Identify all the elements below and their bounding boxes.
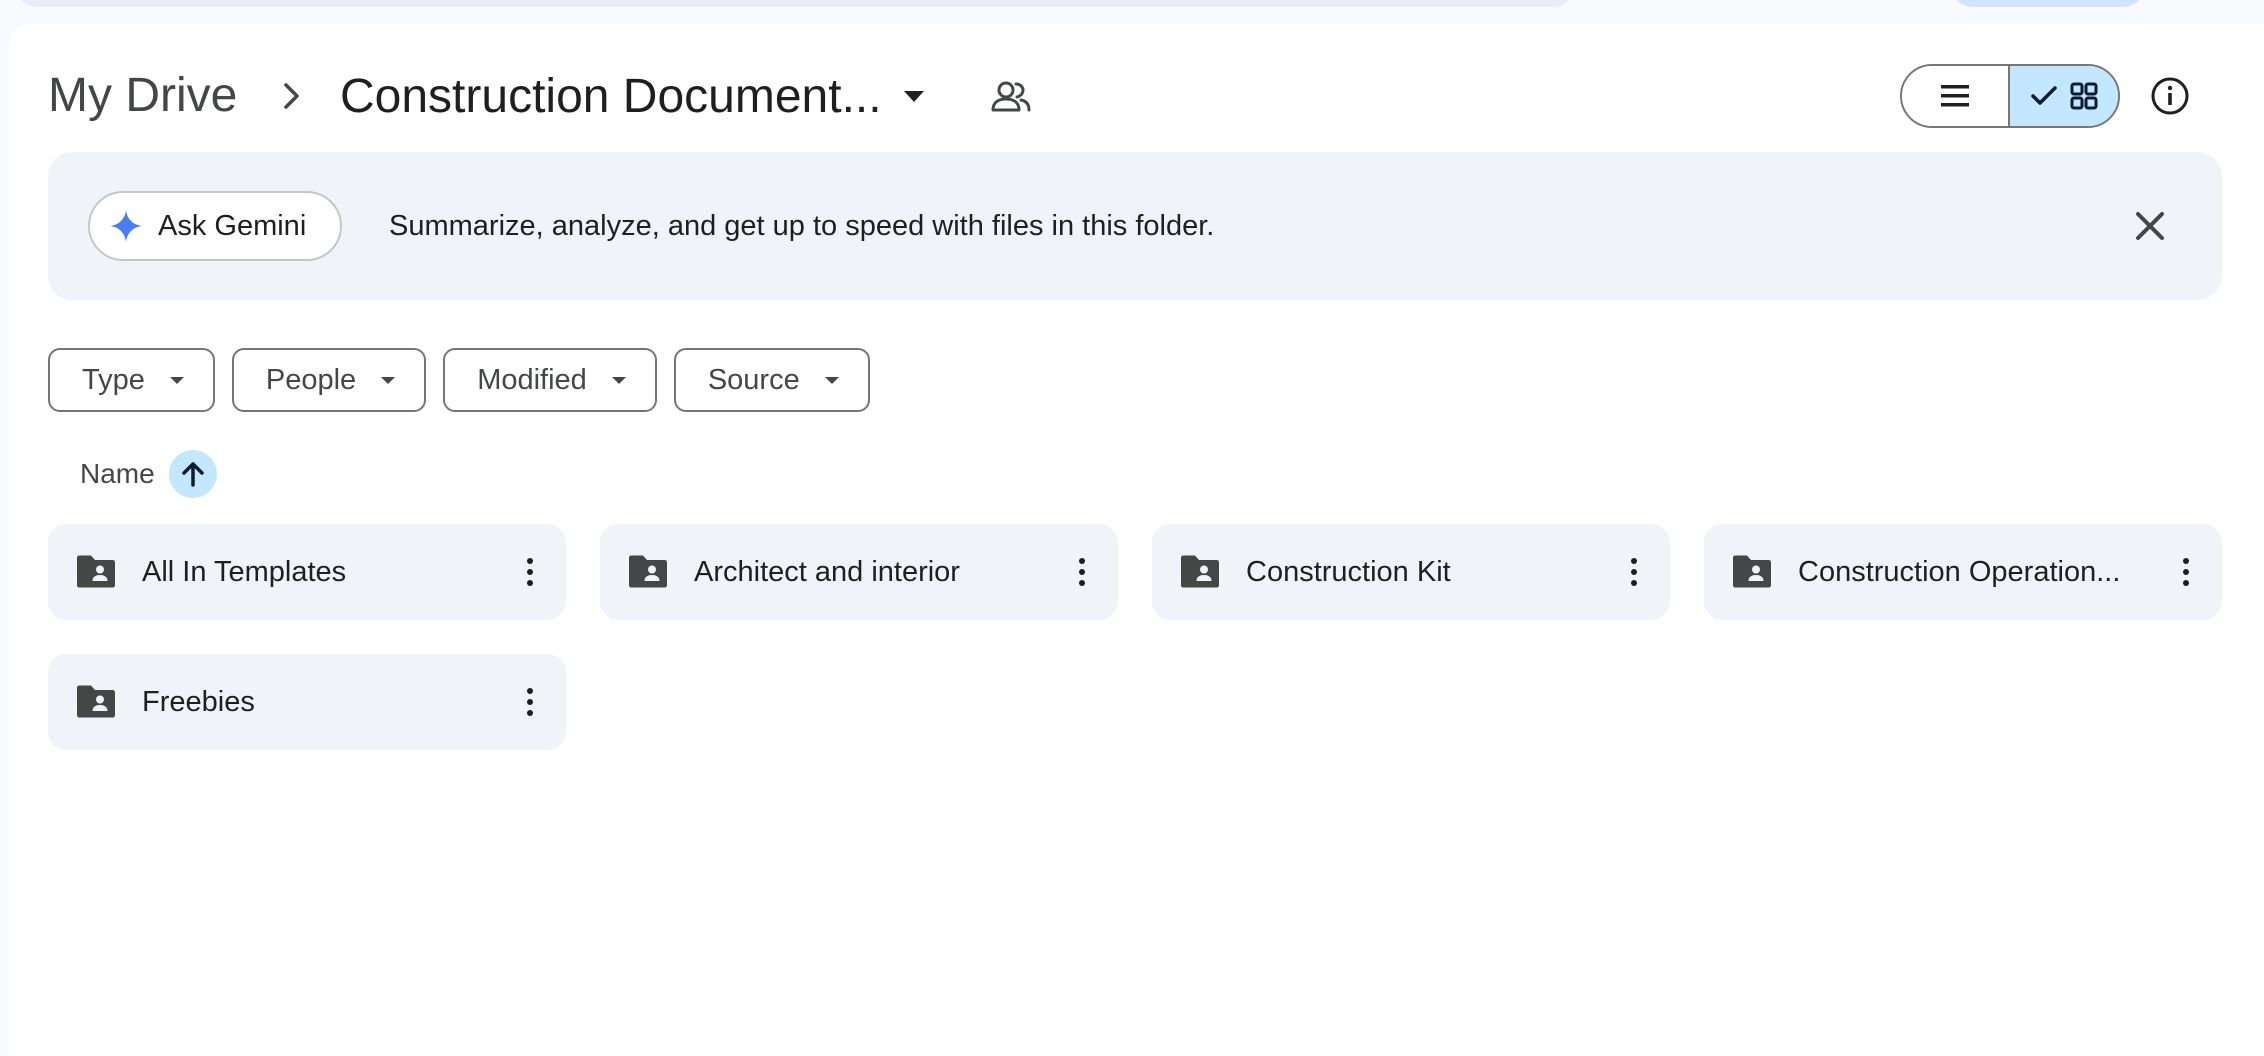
close-icon[interactable]: [2130, 206, 2170, 246]
check-icon: [2031, 86, 2057, 105]
more-options-button[interactable]: [508, 680, 552, 724]
folder-name: Architect and interior: [694, 555, 960, 588]
more-vert-icon: [527, 558, 533, 586]
folder-item[interactable]: Freebies: [48, 654, 566, 750]
filter-bar: Type People Modified Source: [48, 348, 870, 412]
sort-name-label[interactable]: Name: [80, 458, 155, 490]
shared-folder-icon: [1181, 555, 1219, 588]
folder-name: Freebies: [142, 685, 255, 718]
top-search-bar[interactable]: [14, 0, 1576, 7]
filter-modified[interactable]: Modified: [443, 348, 657, 412]
filter-type[interactable]: Type: [48, 348, 215, 412]
banner-message: Summarize, analyze, and get up to speed …: [389, 210, 1215, 242]
chevron-right-icon: [284, 83, 299, 109]
more-vert-icon: [1079, 558, 1085, 586]
filter-modified-label: Modified: [477, 363, 587, 396]
ask-gemini-label: Ask Gemini: [158, 209, 307, 242]
folder-name: Construction Operation...: [1798, 555, 2121, 588]
breadcrumb-my-drive[interactable]: My Drive: [48, 64, 237, 128]
folder-grid: All In Templates Architect and interior …: [48, 524, 2222, 750]
caret-down-icon: [824, 377, 839, 384]
folder-name: Construction Kit: [1246, 555, 1451, 588]
filter-people-label: People: [265, 363, 357, 396]
gemini-banner: Ask Gemini Summarize, analyze, and get u…: [48, 152, 2222, 300]
more-vert-icon: [527, 688, 533, 716]
ask-gemini-button[interactable]: Ask Gemini: [88, 191, 343, 261]
caret-down-icon: [611, 377, 626, 384]
gemini-sparkle-icon: [110, 210, 142, 242]
top-action-button[interactable]: [1950, 0, 2146, 7]
sort-direction-button[interactable]: [168, 450, 217, 498]
caret-down-icon: [903, 91, 924, 102]
grid-view-button[interactable]: [2010, 66, 2118, 126]
more-vert-icon: [1631, 558, 1637, 586]
folder-item[interactable]: Construction Kit: [1152, 524, 1670, 620]
more-options-button[interactable]: [1060, 550, 1104, 594]
folder-item[interactable]: Architect and interior: [600, 524, 1118, 620]
breadcrumb-current-folder[interactable]: Construction Document...: [340, 64, 934, 128]
more-options-button[interactable]: [508, 550, 552, 594]
folder-name: All In Templates: [142, 555, 347, 588]
shared-folder-icon: [77, 555, 115, 588]
folder-item[interactable]: Construction Operation...: [1704, 524, 2222, 620]
caret-down-icon: [381, 377, 396, 384]
view-toggle: [1900, 64, 2120, 128]
shared-folder-icon: [629, 555, 667, 588]
filter-people[interactable]: People: [231, 348, 427, 412]
caret-down-icon: [169, 377, 184, 384]
more-options-button[interactable]: [2164, 550, 2208, 594]
filter-type-label: Type: [82, 363, 145, 396]
list-view-button[interactable]: [1902, 66, 2010, 126]
shared-folder-icon: [77, 685, 115, 718]
current-folder-title: Construction Document...: [340, 69, 882, 123]
info-icon[interactable]: [2148, 74, 2192, 118]
shared-people-icon[interactable]: [990, 76, 1032, 118]
shared-folder-icon: [1733, 555, 1771, 588]
arrow-up-icon: [181, 462, 204, 487]
sort-row: Name: [80, 450, 217, 498]
more-options-button[interactable]: [1612, 550, 1656, 594]
folder-item[interactable]: All In Templates: [48, 524, 566, 620]
filter-source[interactable]: Source: [673, 348, 870, 412]
filter-source-label: Source: [707, 363, 800, 396]
list-icon: [1941, 85, 1969, 107]
grid-icon: [2070, 82, 2098, 110]
more-vert-icon: [2183, 558, 2189, 586]
